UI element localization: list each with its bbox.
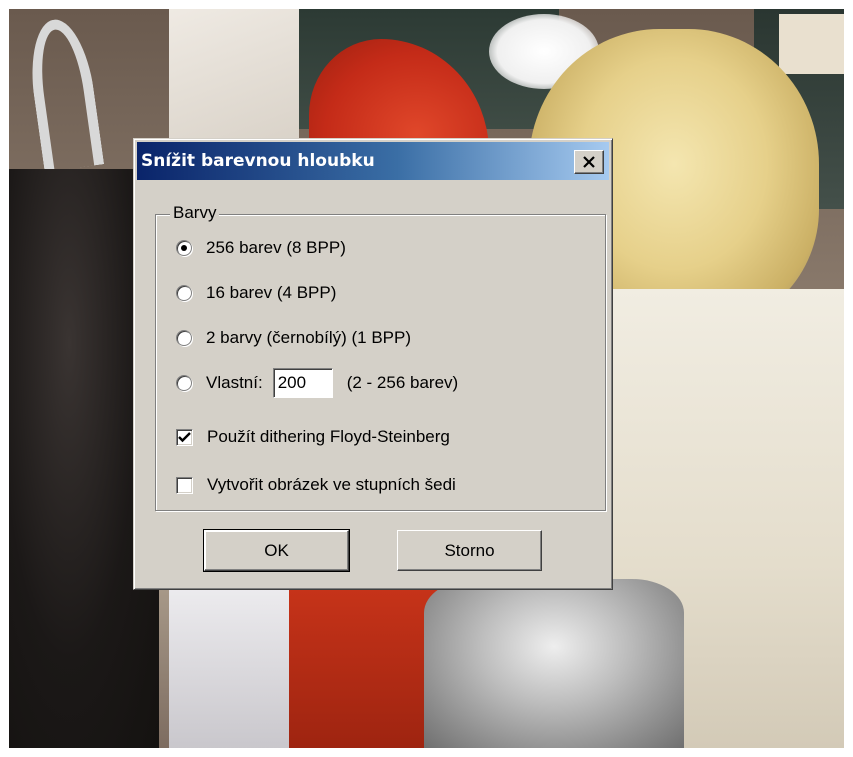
- radio-custom-colors[interactable]: [176, 375, 192, 391]
- option-256-colors[interactable]: 256 barev (8 BPP): [176, 238, 346, 258]
- photo-foil-bag: [424, 579, 684, 748]
- grayscale-checkbox[interactable]: [176, 476, 193, 494]
- dithering-label: Použít dithering Floyd-Steinberg: [207, 427, 450, 446]
- option-16-colors[interactable]: 16 barev (4 BPP): [176, 283, 336, 303]
- option-16-colors-label: 16 barev (4 BPP): [206, 283, 337, 302]
- colors-group-label: Barvy: [170, 203, 220, 223]
- dithering-option[interactable]: Použít dithering Floyd-Steinberg: [176, 427, 450, 447]
- colors-groupbox: Barvy 256 barev (8 BPP) 16 barev (4 BPP)…: [155, 203, 606, 511]
- radio-16-colors[interactable]: [176, 285, 192, 301]
- close-button[interactable]: [574, 150, 604, 174]
- reduce-color-depth-dialog: Snížit barevnou hloubku Barvy 256 barev …: [133, 138, 613, 590]
- close-icon: [583, 156, 595, 168]
- dialog-title: Snížit barevnou hloubku: [141, 151, 375, 171]
- photo-white-robe: [169, 589, 299, 748]
- photo-staff: [23, 15, 105, 173]
- ok-button[interactable]: OK: [203, 529, 350, 572]
- custom-colors-input[interactable]: 200: [272, 368, 333, 398]
- grayscale-label: Vytvořit obrázek ve stupních šedi: [207, 475, 456, 494]
- dithering-checkbox[interactable]: [176, 428, 193, 446]
- cancel-button[interactable]: Storno: [397, 530, 542, 571]
- option-2-colors[interactable]: 2 barvy (černobílý) (1 BPP): [176, 328, 411, 348]
- radio-2-colors[interactable]: [176, 330, 192, 346]
- dialog-titlebar[interactable]: Snížit barevnou hloubku: [137, 142, 609, 180]
- option-2-colors-label: 2 barvy (černobílý) (1 BPP): [206, 328, 412, 347]
- option-custom-label: Vlastní:: [206, 373, 263, 392]
- photo-poster: [169, 9, 299, 144]
- checkmark-icon: [178, 431, 191, 442]
- custom-range-label: (2 - 256 barev): [346, 373, 459, 392]
- grayscale-option[interactable]: Vytvořit obrázek ve stupních šedi: [176, 475, 456, 495]
- radio-256-colors[interactable]: [176, 240, 192, 256]
- photo-poster-right: [779, 14, 844, 74]
- option-256-colors-label: 256 barev (8 BPP): [206, 238, 346, 257]
- option-custom-colors[interactable]: Vlastní: 200 (2 - 256 barev): [176, 368, 458, 398]
